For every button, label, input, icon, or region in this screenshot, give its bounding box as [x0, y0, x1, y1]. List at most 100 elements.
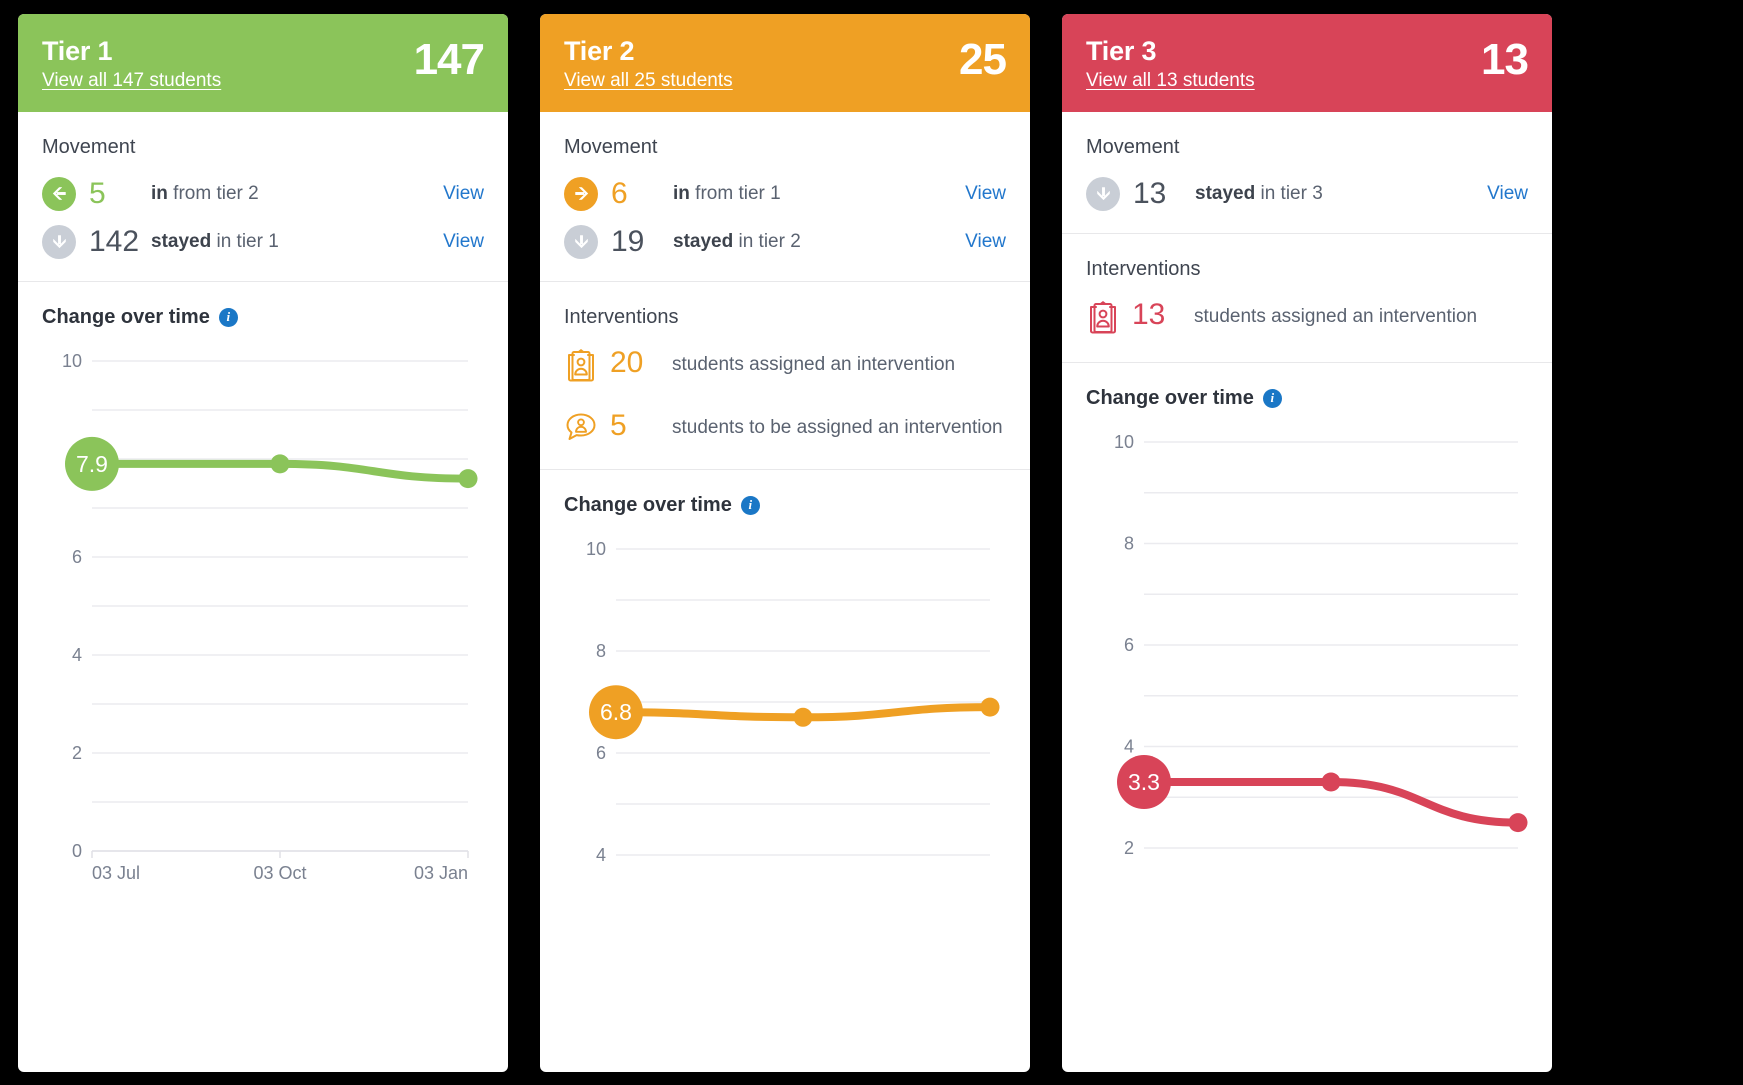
header-left: Tier 2 View all 25 students — [564, 36, 733, 94]
info-icon[interactable]: i — [740, 495, 760, 515]
movement-row: 6 in from tier 1 View — [564, 176, 1006, 211]
page-title: Tier 1 — [42, 36, 113, 66]
clipboard-person-icon — [566, 348, 596, 388]
change-over-time-label: Change over time — [1086, 386, 1254, 409]
view-all-students-link[interactable]: View all 147 students — [42, 69, 221, 94]
change-over-time-heading: Change over time i — [564, 494, 1006, 517]
data-point[interactable] — [270, 454, 290, 474]
data-point[interactable] — [1321, 772, 1341, 792]
x-axis-tick-label: 03 Oct — [253, 863, 306, 883]
intervention-count: 13 — [1132, 297, 1166, 331]
interventions-heading: Interventions — [1086, 257, 1201, 280]
arrow-left-circle-icon — [42, 176, 76, 211]
movement-label-emphasis: stayed — [673, 230, 734, 252]
tier-1-card: Tier 1 View all 147 students 147 Movement 5 i… — [18, 14, 508, 1072]
tier-1-header: Tier 1 View all 147 students 147 — [18, 14, 508, 112]
intervention-row: 5 students to be assigned an intervention — [564, 410, 1006, 447]
interventions-heading: Interventions — [564, 305, 679, 328]
change-over-time-section: Change over time i 10 8 6 4 2 3.3 — [1062, 363, 1552, 880]
intervention-row: 20 students assigned an intervention — [564, 347, 1006, 388]
movement-view-link[interactable]: View — [965, 231, 1006, 253]
y-axis-tick-label: 6 — [1124, 635, 1134, 655]
movement-label-rest: in tier 3 — [1260, 182, 1323, 204]
info-icon[interactable]: i — [1262, 388, 1282, 408]
movement-section: Movement 5 in from tier 2 View 142 stayed in … — [18, 112, 508, 282]
interventions-section: Interventions 20 students assigned an inte… — [540, 282, 1030, 470]
data-point[interactable] — [793, 707, 813, 727]
movement-heading: Movement — [564, 135, 658, 158]
change-over-time-heading: Change over time i — [42, 306, 484, 329]
x-axis-tick-label: 03 Jan — [414, 863, 468, 883]
y-axis-tick-label: 8 — [1124, 533, 1134, 553]
data-point-value-label: 6.8 — [600, 699, 632, 725]
change-over-time-label: Change over time — [564, 493, 732, 516]
chart-wrapper: 10 6 4 2 0 03 Jul 03 Oct 03 Jan 7.9 — [42, 347, 484, 897]
data-point-value-label: 7.9 — [76, 451, 108, 477]
movement-label-emphasis: stayed — [151, 230, 212, 252]
movement-label: stayed in tier 2 — [673, 231, 965, 253]
intervention-count: 20 — [610, 345, 644, 379]
arrow-down-circle-icon — [1086, 176, 1120, 211]
movement-count: 5 — [89, 176, 106, 210]
movement-label: in from tier 1 — [673, 183, 965, 205]
movement-label: stayed in tier 3 — [1195, 183, 1487, 205]
data-point[interactable] — [1508, 812, 1528, 832]
movement-view-link[interactable]: View — [965, 183, 1006, 205]
y-axis-tick-label: 6 — [72, 547, 82, 567]
movement-label: stayed in tier 1 — [151, 231, 443, 253]
intervention-count: 5 — [610, 408, 627, 442]
y-axis-tick-label: 2 — [72, 743, 82, 763]
info-icon[interactable]: i — [218, 307, 238, 327]
movement-label-rest: in tier 1 — [216, 230, 279, 252]
movement-section: Movement 13 stayed in tier 3 View — [1062, 112, 1552, 234]
movement-row: 5 in from tier 2 View — [42, 176, 484, 211]
movement-heading: Movement — [1086, 135, 1180, 158]
movement-label-rest: in tier 2 — [738, 230, 801, 252]
data-point[interactable] — [980, 697, 1000, 717]
movement-row: 13 stayed in tier 3 View — [1086, 176, 1528, 211]
speech-bubble-person-icon — [565, 412, 597, 447]
movement-count: 13 — [1133, 176, 1167, 210]
arrow-down-circle-icon — [42, 224, 76, 259]
movement-view-link[interactable]: View — [443, 183, 484, 205]
chart-wrapper: 10 8 6 4 6.8 — [564, 535, 1006, 865]
movement-heading: Movement — [42, 135, 136, 158]
intervention-icon-wrap — [564, 410, 598, 447]
view-all-students-link[interactable]: View all 25 students — [564, 69, 733, 94]
movement-section: Movement 6 in from tier 1 View 19 stayed in t… — [540, 112, 1030, 282]
tier-2-card: Tier 2 View all 25 students 25 Movement 6 in … — [540, 14, 1030, 1072]
tier-student-count: 25 — [959, 35, 1007, 84]
header-left: Tier 3 View all 13 students — [1086, 36, 1255, 94]
change-over-time-heading: Change over time i — [1086, 387, 1528, 410]
tier-3-header: Tier 3 View all 13 students 13 — [1062, 14, 1552, 112]
y-axis-tick-label: 10 — [586, 539, 606, 559]
y-axis-tick-label: 4 — [1124, 736, 1134, 756]
intervention-label: students assigned an intervention — [1194, 305, 1478, 327]
y-axis-tick-label: 10 — [1114, 432, 1134, 452]
movement-label: in from tier 2 — [151, 183, 443, 205]
y-axis-tick-label: 10 — [62, 351, 82, 371]
clipboard-person-icon — [1088, 300, 1118, 340]
movement-count: 142 — [89, 224, 140, 258]
y-axis-tick-label: 2 — [1124, 838, 1134, 858]
arrow-right-circle-icon — [564, 176, 598, 211]
y-axis-tick-label: 4 — [596, 845, 606, 865]
movement-row: 19 stayed in tier 2 View — [564, 224, 1006, 259]
movement-view-link[interactable]: View — [443, 231, 484, 253]
view-all-students-link[interactable]: View all 13 students — [1086, 69, 1255, 94]
movement-view-link[interactable]: View — [1487, 183, 1528, 205]
chart-wrapper: 10 8 6 4 2 3.3 — [1086, 428, 1528, 858]
change-over-time-label: Change over time — [42, 305, 210, 328]
y-axis-tick-label: 0 — [72, 841, 82, 861]
y-axis-tick-label: 6 — [596, 743, 606, 763]
tier-2-header: Tier 2 View all 25 students 25 — [540, 14, 1030, 112]
change-over-time-chart: 10 6 4 2 0 03 Jul 03 Oct 03 Jan 7.9 — [62, 351, 478, 883]
header-left: Tier 1 View all 147 students — [42, 36, 221, 94]
tier-student-count: 147 — [413, 35, 485, 84]
interventions-section: Interventions 13 students assigned an inte… — [1062, 234, 1552, 363]
tier-student-count: 13 — [1481, 35, 1529, 84]
data-point-value-label: 3.3 — [1128, 769, 1160, 795]
data-point[interactable] — [458, 468, 478, 488]
page-title: Tier 3 — [1086, 36, 1157, 66]
change-over-time-chart: 10 8 6 4 2 3.3 — [1114, 432, 1528, 858]
